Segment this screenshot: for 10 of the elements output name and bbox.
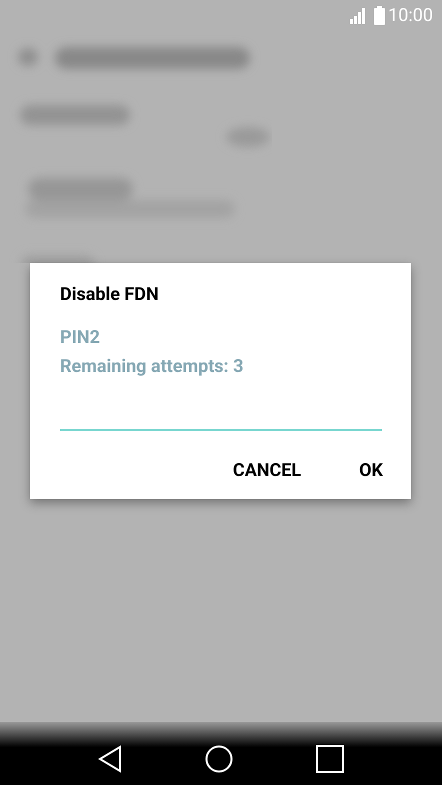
recent-apps-icon[interactable] <box>316 745 344 773</box>
field-label: PIN2 <box>60 326 101 350</box>
back-icon[interactable] <box>98 745 122 773</box>
dialog-title: Disable FDN <box>60 283 160 307</box>
dialog-button[interactable]: OK <box>345 449 397 492</box>
field-hint: Remaining attempts: 3 <box>60 355 244 379</box>
status-time: 10:00 <box>388 4 433 28</box>
battery-icon <box>374 6 386 24</box>
dialog-button[interactable]: CANCEL <box>218 449 316 492</box>
home-icon[interactable] <box>205 745 233 773</box>
